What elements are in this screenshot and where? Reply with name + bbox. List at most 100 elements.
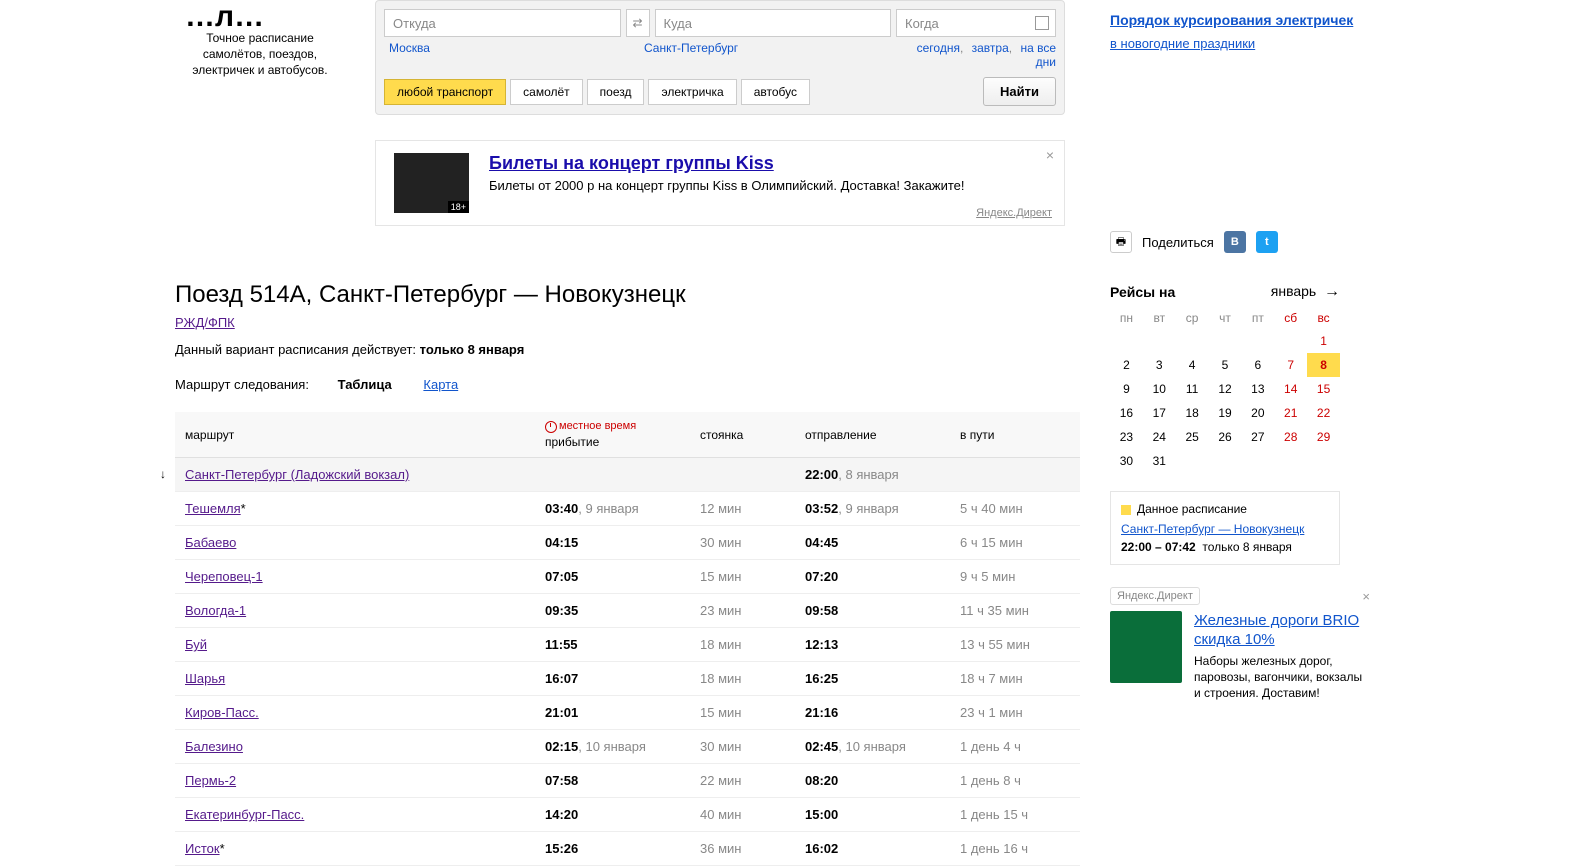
calendar-day[interactable]: 21 (1274, 401, 1307, 425)
transport-train[interactable]: поезд (587, 79, 645, 105)
calendar-day[interactable]: 27 (1241, 425, 1274, 449)
hint-tomorrow[interactable]: завтра (972, 41, 1009, 55)
calendar-day[interactable]: 26 (1209, 425, 1242, 449)
calendar-day[interactable]: 15 (1307, 377, 1340, 401)
transport-bus[interactable]: автобус (741, 79, 810, 105)
side-ad-close-icon[interactable]: × (1362, 589, 1370, 604)
calendar-day[interactable]: 31 (1143, 449, 1176, 473)
col-route: маршрут (175, 412, 535, 458)
vk-icon[interactable]: B (1224, 231, 1246, 253)
twitter-icon[interactable]: t (1256, 231, 1278, 253)
col-arrival: местное время прибытие (535, 412, 690, 458)
calendar-day[interactable]: 24 (1143, 425, 1176, 449)
calendar-day[interactable]: 17 (1143, 401, 1176, 425)
calendar-day[interactable]: 7 (1274, 353, 1307, 377)
calendar-day[interactable]: 25 (1176, 425, 1209, 449)
calendar-day[interactable]: 30 (1110, 449, 1143, 473)
calendar-day[interactable]: 5 (1209, 353, 1242, 377)
calendar-day[interactable]: 4 (1176, 353, 1209, 377)
from-input[interactable]: Откуда (384, 9, 621, 37)
calendar-day[interactable]: 14 (1274, 377, 1307, 401)
stop-duration: 36 мин (700, 841, 741, 856)
transport-plane[interactable]: самолёт (510, 79, 583, 105)
side-ad-title[interactable]: Железные дороги BRIO скидка 10% (1194, 611, 1370, 649)
transport-suburban[interactable]: электричка (648, 79, 736, 105)
station-link[interactable]: Исток (185, 841, 220, 856)
hint-all-days[interactable]: на все дни (1020, 41, 1056, 69)
station-link[interactable]: Буй (185, 637, 207, 652)
calendar-day[interactable]: 18 (1176, 401, 1209, 425)
local-time-icon: местное время (545, 420, 680, 432)
calendar-dow: пт (1241, 307, 1274, 329)
side-ad-label[interactable]: Яндекс.Директ (1110, 587, 1200, 605)
side-ad-image[interactable] (1110, 611, 1182, 683)
station-link[interactable]: Санкт-Петербург (Ладожский вокзал) (185, 467, 409, 482)
departure-time: 22:00 (805, 467, 838, 482)
calendar-day[interactable]: 6 (1241, 353, 1274, 377)
to-input[interactable]: Куда (655, 9, 892, 37)
calendar-dow: чт (1209, 307, 1242, 329)
calendar-day[interactable]: 22 (1307, 401, 1340, 425)
swap-button[interactable]: ⇄ (626, 9, 650, 37)
when-input[interactable]: Когда (896, 9, 1056, 37)
stop-duration: 30 мин (700, 535, 741, 550)
calendar-day[interactable]: 12 (1209, 377, 1242, 401)
schedule-route-link[interactable]: Санкт-Петербург — Новокузнецк (1121, 522, 1329, 536)
arrival-time: 21:01 (545, 705, 578, 720)
col-departure: отправление (795, 412, 950, 458)
find-button[interactable]: Найти (983, 77, 1056, 106)
transport-any[interactable]: любой транспорт (384, 79, 506, 105)
station-link[interactable]: Вологда-1 (185, 603, 246, 618)
station-link[interactable]: Пермь-2 (185, 773, 236, 788)
station-link[interactable]: Киров-Пасс. (185, 705, 259, 720)
hint-to[interactable]: Санкт-Петербург (644, 41, 738, 55)
print-icon[interactable]: 🖶 (1110, 231, 1132, 253)
ad-title[interactable]: Билеты на концерт группы Kiss (489, 153, 965, 174)
travel-duration: 1 день 4 ч (960, 739, 1021, 754)
station-link[interactable]: Череповец-1 (185, 569, 263, 584)
calendar-day[interactable]: 2 (1110, 353, 1143, 377)
hint-today[interactable]: сегодня (917, 41, 960, 55)
share-label: Поделиться (1142, 235, 1214, 250)
calendar-day[interactable]: 1 (1307, 329, 1340, 353)
station-link[interactable]: Тешемля (185, 501, 241, 516)
hint-from[interactable]: Москва (389, 41, 430, 55)
departure-time: 07:20 (805, 569, 838, 584)
carrier-link[interactable]: РЖД/ФПК (175, 315, 235, 330)
calendar-day[interactable]: 19 (1209, 401, 1242, 425)
calendar-day[interactable]: 11 (1176, 377, 1209, 401)
ad-close-icon[interactable]: × (1046, 147, 1054, 163)
calendar-day[interactable]: 23 (1110, 425, 1143, 449)
ad-image[interactable]: 18+ (394, 153, 469, 213)
down-arrow-icon: ↓ (160, 467, 166, 481)
station-link[interactable]: Шарья (185, 671, 225, 686)
calendar-day[interactable]: 28 (1274, 425, 1307, 449)
calendar-day[interactable]: 9 (1110, 377, 1143, 401)
arrival-time: 07:58 (545, 773, 578, 788)
arrival-time: 03:40 (545, 501, 578, 516)
departure-time: 12:13 (805, 637, 838, 652)
table-row: Балезино02:15, 10 января30 мин02:45, 10 … (175, 730, 1080, 764)
tab-table[interactable]: Таблица (338, 377, 392, 392)
holiday-link[interactable]: Порядок курсирования электричек (1110, 10, 1510, 30)
station-link[interactable]: Бабаево (185, 535, 236, 550)
calendar-day[interactable]: 20 (1241, 401, 1274, 425)
calendar-next-icon[interactable]: → (1324, 283, 1340, 300)
calendar-day[interactable]: 8 (1307, 353, 1340, 377)
holiday-sub-link[interactable]: в новогодние праздники (1110, 36, 1510, 51)
stop-duration: 15 мин (700, 705, 741, 720)
calendar-day[interactable]: 16 (1110, 401, 1143, 425)
table-row: Екатеринбург-Пасс.14:2040 мин15:001 день… (175, 798, 1080, 832)
calendar-day[interactable]: 3 (1143, 353, 1176, 377)
tab-map[interactable]: Карта (423, 377, 458, 392)
station-link[interactable]: Балезино (185, 739, 243, 754)
calendar-day[interactable]: 29 (1307, 425, 1340, 449)
table-row: Буй11:5518 мин12:1313 ч 55 мин (175, 628, 1080, 662)
ad-provider-link[interactable]: Яндекс.Директ (976, 207, 1052, 219)
calendar-day[interactable]: 10 (1143, 377, 1176, 401)
departure-time: 15:00 (805, 807, 838, 822)
departure-time: 16:25 (805, 671, 838, 686)
departure-time: 02:45 (805, 739, 838, 754)
station-link[interactable]: Екатеринбург-Пасс. (185, 807, 304, 822)
calendar-day[interactable]: 13 (1241, 377, 1274, 401)
